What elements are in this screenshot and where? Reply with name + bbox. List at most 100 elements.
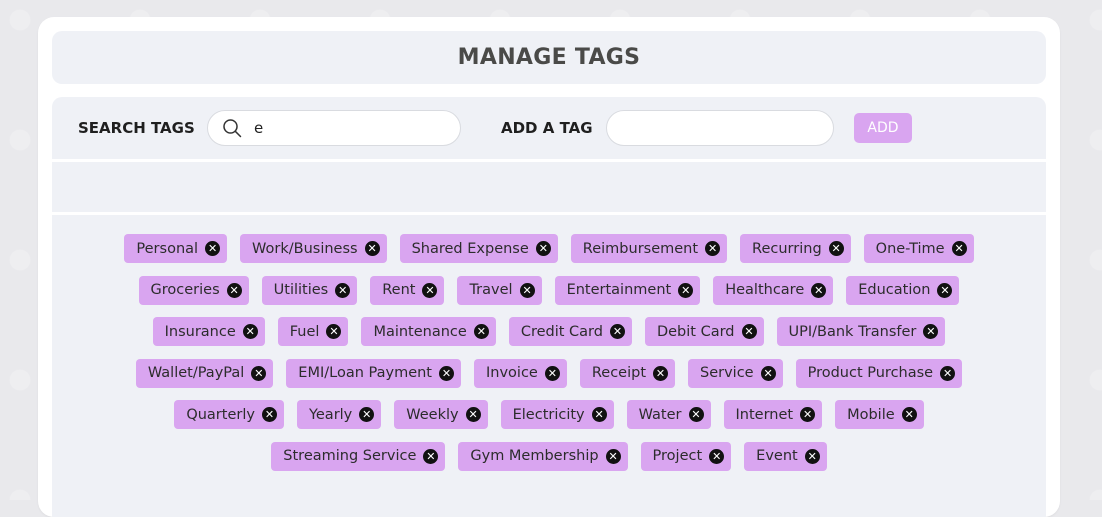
tag-chip: EMI/Loan Payment ✕: [286, 358, 461, 388]
tag-chip: Mobile ✕: [835, 400, 924, 429]
tag-chip: Utilities ✕: [261, 275, 358, 305]
page-title: MANAGE TAGS: [457, 45, 641, 70]
remove-tag-icon[interactable]: ✕: [811, 282, 827, 298]
tag-chip: Recurring ✕: [740, 234, 851, 263]
remove-tag-icon[interactable]: ✕: [473, 324, 489, 339]
tag-row: Personal ✕ Work/Business ✕ Shared Expense ✕ Re…: [52, 234, 1046, 263]
tag-label: Work/Business: [252, 240, 358, 257]
tag-chip: Credit Card ✕: [508, 317, 632, 346]
tag-row: Wallet/PayPal ✕ EMI/Loan Payment ✕ Invoice ✕ R…: [52, 358, 1046, 388]
tag-label: Personal: [136, 240, 199, 257]
remove-tag-icon[interactable]: ✕: [261, 407, 277, 422]
tag-chip: Electricity ✕: [500, 400, 614, 429]
remove-tag-icon[interactable]: ✕: [465, 407, 481, 422]
remove-tag-icon[interactable]: ✕: [423, 448, 439, 464]
tag-label: Product Purchase: [807, 365, 934, 381]
remove-tag-icon[interactable]: ✕: [359, 407, 375, 422]
remove-tag-icon[interactable]: ✕: [605, 448, 621, 464]
tag-label: Service: [700, 365, 754, 381]
tag-chip: Personal ✕: [124, 234, 228, 263]
tag-chip: Receipt ✕: [579, 358, 675, 388]
tag-chip: Quarterly ✕: [174, 400, 284, 429]
remove-tag-icon[interactable]: ✕: [335, 282, 351, 298]
tag-chip: Internet ✕: [723, 400, 823, 429]
tag-chip: Gym Membership ✕: [458, 441, 628, 471]
remove-tag-icon[interactable]: ✕: [741, 324, 757, 339]
tag-chip: Invoice ✕: [474, 358, 567, 388]
remove-tag-icon[interactable]: ✕: [800, 407, 816, 422]
remove-tag-icon[interactable]: ✕: [653, 365, 668, 381]
tag-chip: Wallet/PayPal ✕: [135, 358, 274, 388]
add-tag-input[interactable]: [621, 111, 825, 147]
remove-tag-icon[interactable]: ✕: [951, 241, 967, 256]
remove-tag-icon[interactable]: ✕: [251, 365, 267, 381]
tag-label: Travel: [469, 282, 513, 298]
tag-label: Wallet/PayPal: [147, 365, 245, 381]
remove-tag-icon[interactable]: ✕: [439, 365, 454, 381]
tag-chip: UPI/Bank Transfer ✕: [776, 317, 946, 346]
search-input[interactable]: [252, 118, 446, 138]
tag-chip: Education ✕: [846, 275, 960, 305]
tag-label: Streaming Service: [283, 448, 417, 464]
tag-chip: Healthcare ✕: [713, 275, 834, 305]
tag-label: EMI/Loan Payment: [298, 365, 432, 381]
remove-tag-icon[interactable]: ✕: [226, 282, 242, 298]
remove-tag-icon[interactable]: ✕: [422, 282, 438, 298]
remove-tag-icon[interactable]: ✕: [544, 365, 560, 381]
remove-tag-icon[interactable]: ✕: [705, 241, 721, 256]
remove-tag-icon[interactable]: ✕: [591, 407, 607, 422]
remove-tag-icon[interactable]: ✕: [519, 282, 535, 298]
remove-tag-icon[interactable]: ✕: [205, 241, 221, 256]
add-tag-field[interactable]: [606, 110, 834, 147]
controls-bar: SEARCH TAGS ADD A TAG ADD: [52, 97, 1046, 159]
tag-chip: Travel ✕: [457, 275, 542, 305]
tag-chip: Reimbursement ✕: [570, 234, 728, 263]
title-bar: MANAGE TAGS: [52, 31, 1046, 84]
tag-label: Electricity: [512, 406, 585, 423]
remove-tag-icon[interactable]: ✕: [326, 324, 342, 339]
tag-chip: Yearly ✕: [296, 400, 382, 429]
tag-label: Event: [756, 448, 798, 464]
remove-tag-icon[interactable]: ✕: [760, 365, 776, 381]
tag-chip: Maintenance ✕: [361, 317, 496, 346]
remove-tag-icon[interactable]: ✕: [535, 241, 551, 256]
tag-row: Groceries ✕ Utilities ✕ Rent ✕ Travel ✕ Entertai…: [52, 275, 1046, 305]
tag-chip: Weekly ✕: [394, 400, 488, 429]
remove-tag-icon[interactable]: ✕: [688, 407, 704, 422]
tag-label: Credit Card: [520, 323, 603, 340]
tag-label: Fuel: [289, 323, 320, 340]
remove-tag-icon[interactable]: ✕: [678, 282, 694, 298]
tag-chip: Rent ✕: [370, 275, 445, 305]
remove-tag-icon[interactable]: ✕: [828, 241, 844, 256]
add-button[interactable]: ADD: [854, 113, 912, 143]
tags-list: Personal ✕ Work/Business ✕ Shared Expense ✕ Re…: [52, 215, 1046, 471]
tag-label: Receipt: [591, 365, 646, 381]
selected-tags-strip: [52, 162, 1046, 212]
tag-label: Entertainment: [566, 282, 672, 298]
remove-tag-icon[interactable]: ✕: [940, 365, 956, 381]
remove-tag-icon[interactable]: ✕: [609, 324, 625, 339]
search-icon: [223, 119, 242, 138]
tag-label: Project: [652, 448, 703, 464]
tag-label: Yearly: [308, 406, 353, 423]
remove-tag-icon[interactable]: ✕: [242, 324, 258, 339]
tag-chip: Streaming Service ✕: [271, 441, 446, 471]
search-field[interactable]: [207, 110, 461, 146]
remove-tag-icon[interactable]: ✕: [804, 448, 820, 464]
tags-area: Personal ✕ Work/Business ✕ Shared Expense ✕ Re…: [52, 215, 1046, 517]
tag-label: Recurring: [752, 240, 822, 257]
tag-chip: Work/Business ✕: [240, 234, 387, 263]
remove-tag-icon[interactable]: ✕: [901, 407, 917, 422]
tag-label: Mobile: [847, 406, 895, 423]
manage-tags-card: MANAGE TAGS SEARCH TAGS ADD A TAG ADD Pe…: [38, 17, 1060, 517]
tag-label: Invoice: [486, 365, 538, 381]
tag-chip: Fuel ✕: [277, 317, 349, 346]
tag-row: Insurance ✕ Fuel ✕ Maintenance ✕ Credit Card ✕ D…: [52, 317, 1046, 346]
remove-tag-icon[interactable]: ✕: [364, 241, 380, 256]
remove-tag-icon[interactable]: ✕: [937, 282, 953, 298]
remove-tag-icon[interactable]: ✕: [709, 448, 725, 464]
tag-chip: Entertainment ✕: [554, 275, 701, 305]
remove-tag-icon[interactable]: ✕: [923, 324, 939, 339]
search-label: SEARCH TAGS: [78, 119, 195, 137]
tag-label: Insurance: [164, 323, 236, 340]
